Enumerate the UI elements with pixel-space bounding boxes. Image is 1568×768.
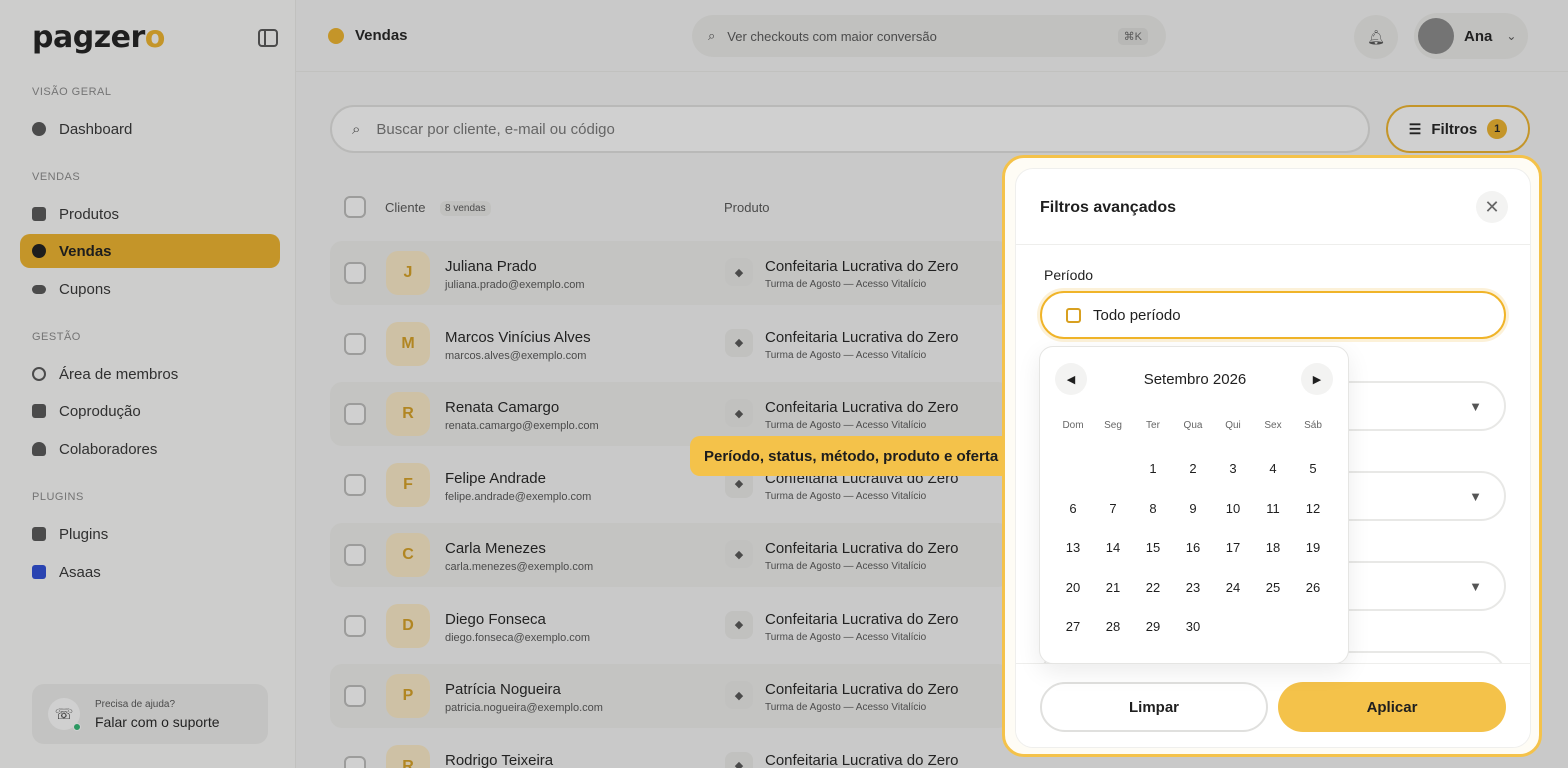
calendar-day[interactable]: 13 bbox=[1053, 528, 1093, 568]
calendar-day[interactable]: 5 bbox=[1293, 449, 1333, 489]
weekday-label: Sex bbox=[1264, 420, 1282, 431]
calendar-day[interactable]: 6 bbox=[1053, 489, 1093, 529]
weekday-label: Dom bbox=[1062, 420, 1084, 431]
calendar-day[interactable]: 2 bbox=[1173, 449, 1213, 489]
calendar-day[interactable]: 4 bbox=[1253, 449, 1293, 489]
calendar-day[interactable]: 8 bbox=[1133, 489, 1173, 529]
panel-title: Filtros avançados bbox=[1040, 199, 1177, 216]
calendar-day[interactable]: 24 bbox=[1213, 568, 1253, 608]
calendar-day[interactable]: 25 bbox=[1253, 568, 1293, 608]
calendar-empty-cell bbox=[1053, 449, 1093, 489]
calendar-empty-cell bbox=[1093, 449, 1133, 489]
calendar-days: 1 2 3 4 5 6 7 8 9 10 11 12 13 14 15 16 17 18 19 20 21 22 23 24 2… bbox=[1053, 449, 1335, 647]
calendar-day[interactable]: 3 bbox=[1213, 449, 1253, 489]
weekday-label: Sáb bbox=[1304, 420, 1322, 431]
calendar-day[interactable]: 29 bbox=[1133, 607, 1173, 647]
calendar-day[interactable]: 22 bbox=[1133, 568, 1173, 608]
calendar-day[interactable]: 10 bbox=[1213, 489, 1253, 529]
calendar-day[interactable]: 20 bbox=[1053, 568, 1093, 608]
filters-tooltip: Período, status, método, produto e ofert… bbox=[690, 436, 1013, 476]
calendar-day[interactable]: 30 bbox=[1173, 607, 1213, 647]
calendar-day[interactable]: 11 bbox=[1253, 489, 1293, 529]
calendar-day[interactable]: 19 bbox=[1293, 528, 1333, 568]
calendar-day[interactable]: 1 bbox=[1133, 449, 1173, 489]
chevron-down-icon: ▼ bbox=[1469, 489, 1482, 504]
calendar-day[interactable]: 9 bbox=[1173, 489, 1213, 529]
period-field[interactable]: Todo período bbox=[1040, 291, 1506, 339]
calendar-day[interactable]: 26 bbox=[1293, 568, 1333, 608]
chevron-down-icon: ▼ bbox=[1469, 579, 1482, 594]
next-month-icon[interactable]: ▶ bbox=[1301, 363, 1333, 395]
clear-button[interactable]: Limpar bbox=[1040, 682, 1268, 732]
weekday-label: Seg bbox=[1104, 420, 1122, 431]
calendar-icon bbox=[1066, 307, 1081, 323]
calendar-day[interactable]: 18 bbox=[1253, 528, 1293, 568]
calendar-day[interactable]: 16 bbox=[1173, 528, 1213, 568]
calendar-day[interactable]: 28 bbox=[1093, 607, 1133, 647]
calendar-day[interactable]: 15 bbox=[1133, 528, 1173, 568]
calendar-day[interactable]: 7 bbox=[1093, 489, 1133, 529]
close-icon[interactable]: ✕ bbox=[1476, 191, 1508, 223]
calendar-day[interactable]: 27 bbox=[1053, 607, 1093, 647]
calendar-day[interactable]: 23 bbox=[1173, 568, 1213, 608]
calendar-day[interactable]: 12 bbox=[1293, 489, 1333, 529]
apply-button[interactable]: Aplicar bbox=[1278, 682, 1506, 732]
calendar-day[interactable]: 21 bbox=[1093, 568, 1133, 608]
calendar-day[interactable]: 17 bbox=[1213, 528, 1253, 568]
chevron-down-icon: ▼ bbox=[1469, 399, 1482, 414]
weekday-header: Dom Seg Ter Qua Qui Sex Sáb bbox=[1053, 420, 1335, 431]
date-picker: ◀ Setembro 2026 ▶ Dom Seg Ter Qua Qui Sex Sáb … bbox=[1039, 346, 1349, 664]
weekday-label: Ter bbox=[1146, 420, 1160, 431]
weekday-label: Qua bbox=[1183, 420, 1203, 431]
calendar-day[interactable]: 14 bbox=[1093, 528, 1133, 568]
period-label: Período bbox=[1044, 267, 1094, 283]
weekday-label: Qui bbox=[1225, 420, 1241, 431]
